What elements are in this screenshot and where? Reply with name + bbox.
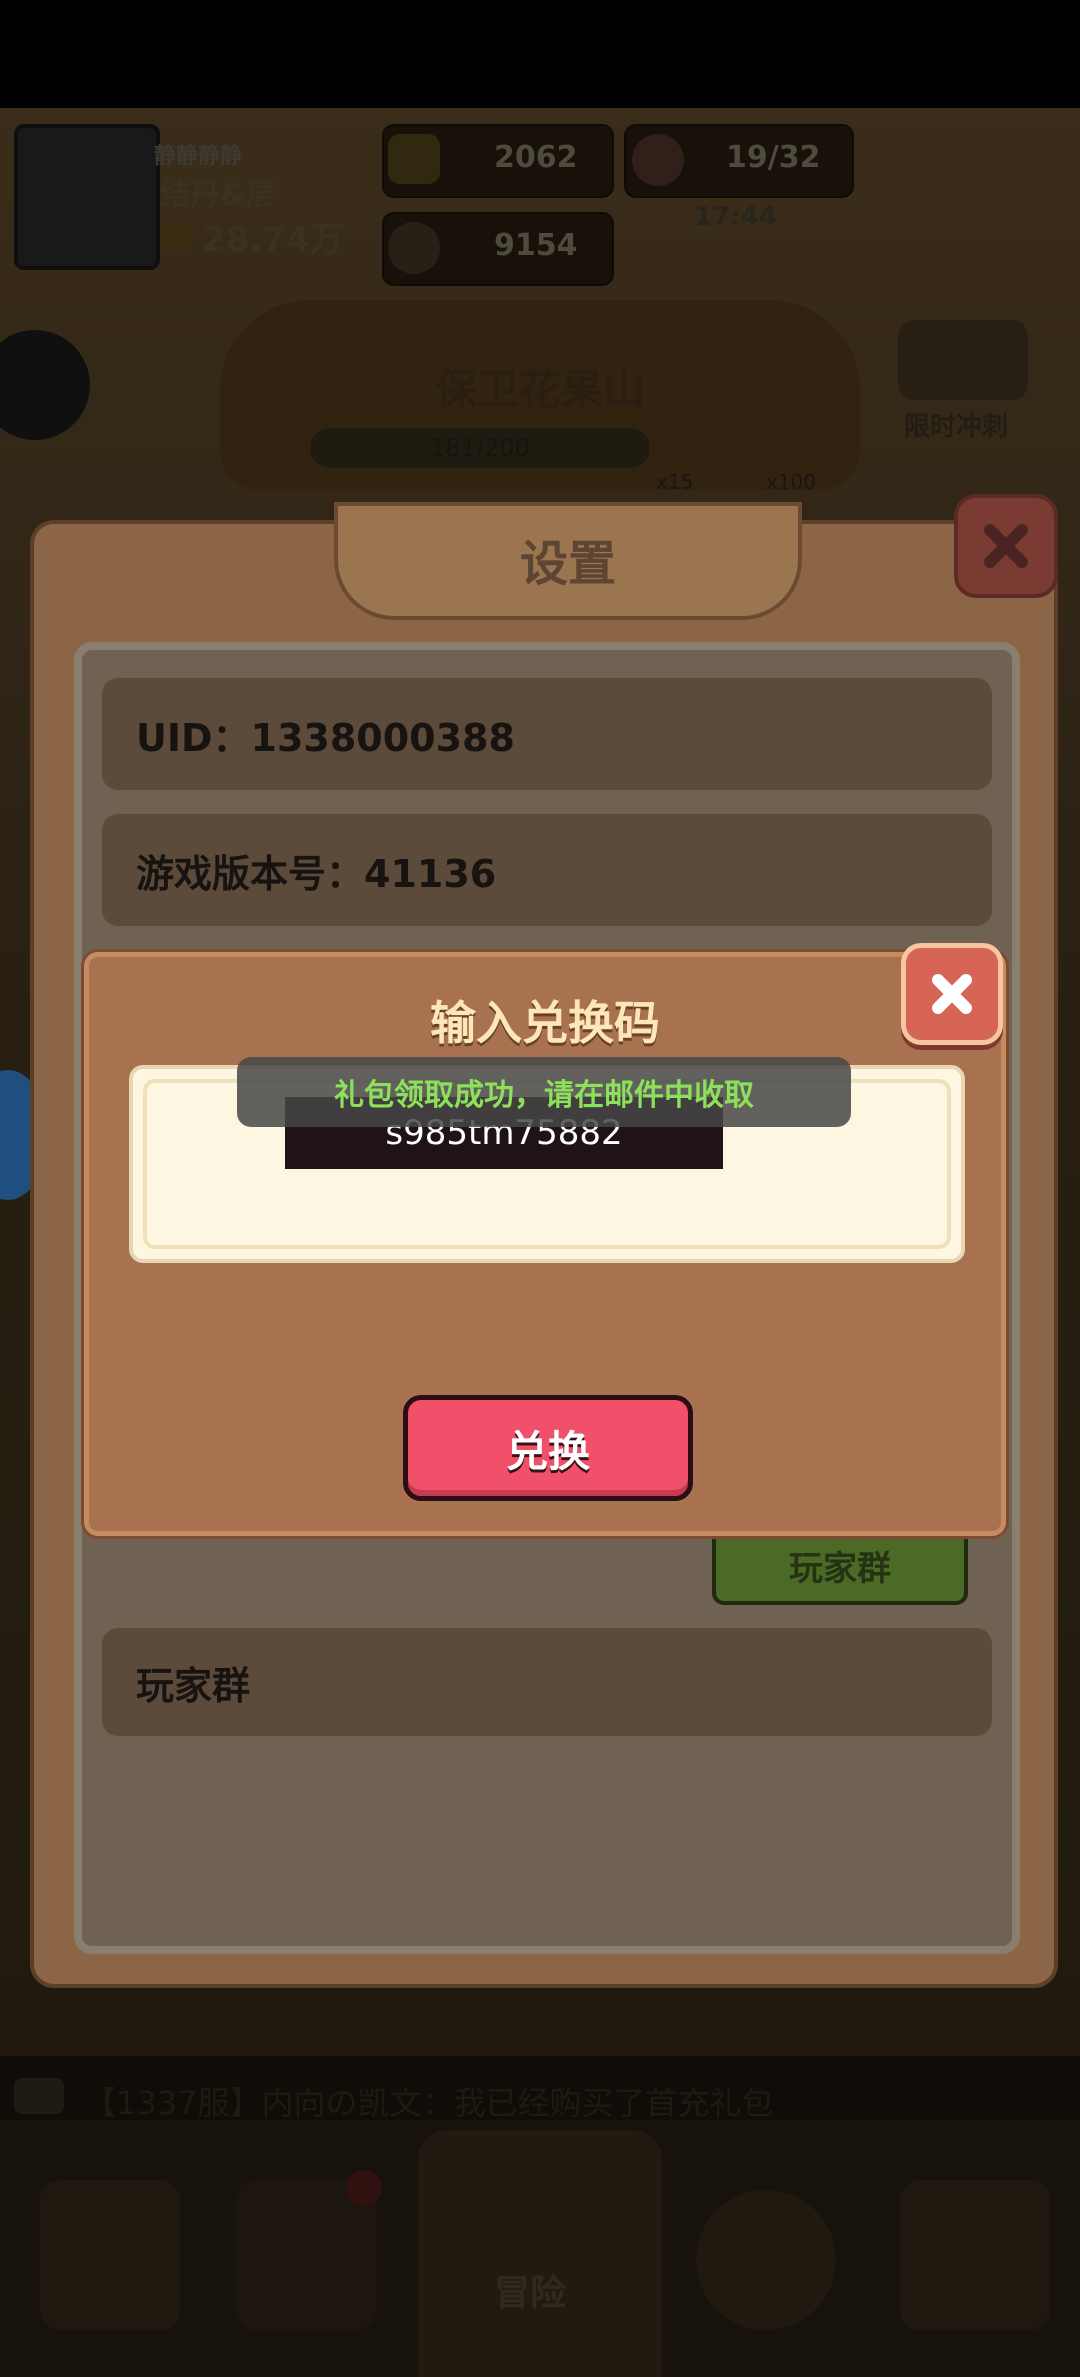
redeem-button[interactable]: 兑换 [403,1395,693,1501]
player-group-label: 玩家群 [136,1663,251,1708]
uid-row[interactable]: UID：1338000388 [102,678,992,790]
version-row: 游戏版本号：41136 [102,814,992,926]
redeem-close-button[interactable] [901,943,1003,1045]
redeem-dialog-title: 输入兑换码 [430,996,660,1050]
close-icon [932,974,972,1014]
player-group-button[interactable]: 玩家群 [712,1525,968,1605]
player-group-row: 玩家群 [102,1628,992,1736]
settings-title-plate: 设置 [334,502,802,620]
settings-title: 设置 [519,536,616,592]
settings-close-button[interactable] [954,494,1058,598]
redeem-dialog: 输入兑换码 s985tm75882 礼包领取成功，请在邮件中收取 兑换 [84,943,1006,1536]
success-toast: 礼包领取成功，请在邮件中收取 [237,1057,851,1127]
close-icon [984,524,1028,568]
